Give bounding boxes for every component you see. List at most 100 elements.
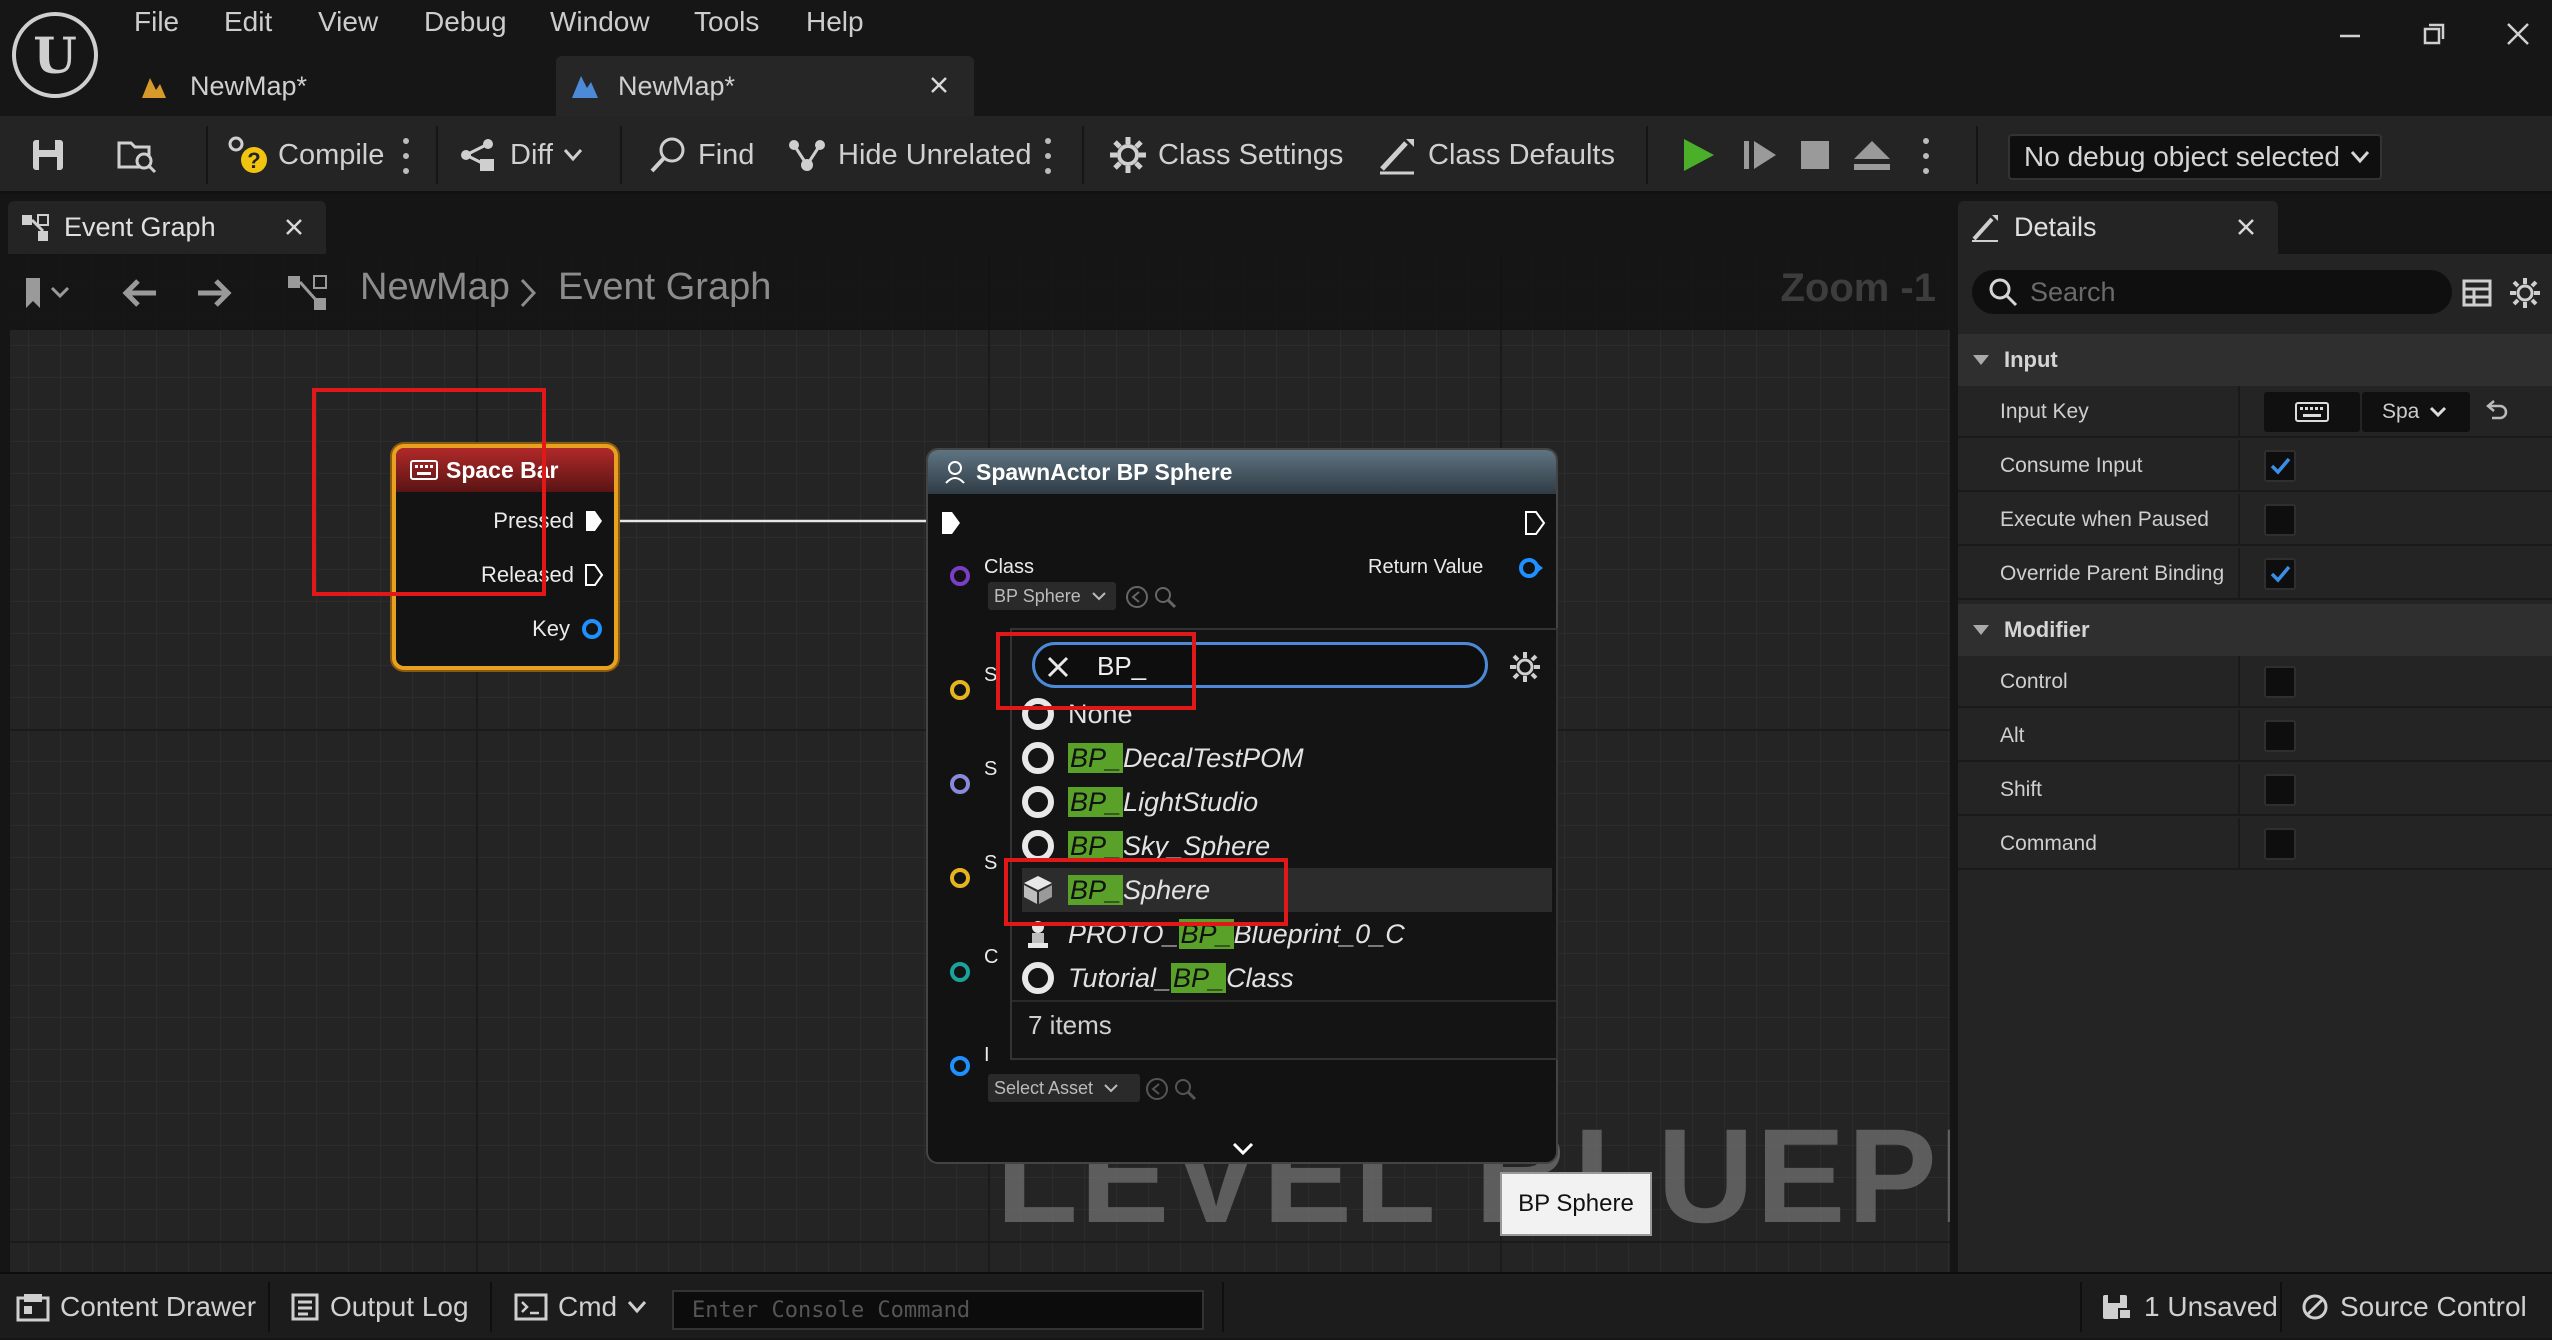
scale-pin-icon[interactable] (948, 866, 972, 890)
content-drawer-button[interactable]: Content Drawer (16, 1274, 256, 1340)
console-placeholder: Enter Console Command (692, 1297, 971, 1323)
spawn-actor-icon (942, 459, 968, 485)
collision-pin-icon[interactable] (948, 772, 972, 796)
class-value-text: BP Sphere (994, 585, 1081, 606)
hide-unrelated-button[interactable]: Hide Unrelated (786, 116, 1031, 194)
menu-view[interactable]: View (318, 6, 378, 38)
find-label: Find (698, 138, 755, 171)
gear-icon (1108, 135, 1148, 175)
unreal-logo[interactable]: U (12, 12, 98, 98)
menu-help[interactable]: Help (806, 6, 864, 38)
cmd-select[interactable]: Cmd (514, 1274, 647, 1340)
browse-asset-icon[interactable] (1172, 1076, 1198, 1102)
status-bar: Content Drawer Output Log Cmd Enter Cons… (0, 1272, 2552, 1338)
reset-to-default-icon[interactable] (2482, 400, 2508, 424)
source-control-button[interactable]: Source Control (2300, 1274, 2527, 1340)
command-checkbox[interactable] (2264, 828, 2296, 860)
menu-debug[interactable]: Debug (424, 6, 507, 38)
class-settings-button[interactable]: Class Settings (1108, 116, 1343, 194)
class-defaults-label: Class Defaults (1428, 138, 1615, 171)
exec-in-pin-icon[interactable] (940, 510, 962, 536)
return-value-pin-icon[interactable] (1518, 556, 1544, 580)
class-defaults-button[interactable]: Class Defaults (1376, 116, 1615, 194)
menu-tools[interactable]: Tools (694, 6, 759, 38)
instigator-pin-icon[interactable] (948, 1054, 972, 1078)
close-window-icon[interactable] (2498, 14, 2538, 54)
execute-when-paused-checkbox[interactable] (2264, 504, 2296, 536)
transform-pin-icon[interactable] (948, 678, 972, 702)
key-capture-button[interactable] (2264, 392, 2360, 432)
tab-details[interactable]: Details (1958, 201, 2278, 254)
compile-button[interactable]: ? Compile (226, 116, 384, 194)
control-checkbox[interactable] (2264, 666, 2296, 698)
class-option-bp-lightstudio[interactable]: BP_LightStudio (1022, 780, 1552, 824)
expand-node-chevron-icon[interactable] (1232, 1142, 1254, 1156)
class-option-label: BP_Sky_Sphere (1068, 830, 1271, 861)
exec-out-pin-icon[interactable] (1524, 510, 1546, 536)
override-parent-binding-checkbox[interactable] (2264, 558, 2296, 590)
close-tab-icon[interactable] (284, 217, 304, 237)
event-graph-canvas[interactable]: NewMap Event Graph Zoom -1 LEVEL BLUEPRI… (10, 254, 1950, 1272)
command-modifier-row: Command (1958, 818, 2552, 870)
gear-icon[interactable] (2508, 276, 2542, 310)
class-option-bp-decaltestpom[interactable]: BP_DecalTestPOM (1022, 736, 1552, 780)
owner-pin-icon[interactable] (948, 960, 972, 984)
source-control-label: Source Control (2340, 1291, 2527, 1322)
menu-file[interactable]: File (134, 6, 179, 38)
find-button[interactable]: Find (648, 116, 754, 194)
tab-event-graph[interactable]: Event Graph (8, 201, 326, 254)
eject-button[interactable] (1852, 116, 1892, 194)
pin-label-c: C (984, 946, 999, 968)
graph-tab-bar: Event Graph (0, 197, 1950, 254)
unsaved-button[interactable]: 1 Unsaved (2100, 1274, 2278, 1340)
hide-unrelated-label: Hide Unrelated (838, 138, 1032, 171)
input-section-header[interactable]: Input (1958, 334, 2552, 386)
details-search-input[interactable]: Search (1972, 270, 2452, 314)
use-selected-asset-icon[interactable] (1124, 584, 1150, 610)
menu-edit[interactable]: Edit (224, 6, 272, 38)
advance-frame-button[interactable] (1742, 116, 1778, 194)
browse-button[interactable] (116, 116, 158, 194)
debug-object-label: No debug object selected (2024, 141, 2340, 172)
close-tab-icon[interactable] (928, 74, 950, 96)
save-button[interactable] (30, 116, 66, 194)
menu-window[interactable]: Window (550, 6, 650, 38)
modifier-section-header[interactable]: Modifier (1958, 604, 2552, 656)
console-command-input[interactable]: Enter Console Command (672, 1290, 1204, 1330)
doc-tab-blueprint[interactable]: NewMap* (556, 56, 974, 116)
class-option-tutorial-bp-class[interactable]: Tutorial_BP_Class (1022, 956, 1552, 1000)
blueprint-toolbar: ? Compile Diff Find Hide Unrelated Class… (0, 116, 2552, 194)
debug-object-select[interactable]: No debug object selected (2008, 134, 2382, 180)
consume-input-checkbox[interactable] (2264, 450, 2296, 482)
alt-checkbox[interactable] (2264, 720, 2296, 752)
input-key-select[interactable]: Spa (2362, 392, 2470, 432)
details-pencil-icon (1970, 213, 2000, 243)
table-view-icon[interactable] (2462, 278, 2492, 308)
key-pin[interactable]: Key (532, 616, 604, 642)
annotation-box-bp-sphere (1004, 858, 1288, 926)
class-pin-icon[interactable] (948, 564, 972, 588)
select-asset-select[interactable]: Select Asset (988, 1074, 1140, 1102)
restore-icon[interactable] (2414, 14, 2454, 54)
doc-tab-level[interactable]: NewMap* (140, 56, 307, 116)
use-selected-asset-icon[interactable] (1144, 1076, 1170, 1102)
play-options-icon[interactable] (1922, 138, 1930, 174)
output-log-button[interactable]: Output Log (290, 1274, 469, 1340)
browse-asset-icon[interactable] (1152, 584, 1178, 610)
minimize-icon[interactable] (2330, 14, 2370, 54)
shift-checkbox[interactable] (2264, 774, 2296, 806)
diff-button[interactable]: Diff (458, 116, 583, 194)
svg-text:?: ? (247, 148, 260, 173)
modifier-section-title: Modifier (2004, 617, 2090, 642)
advance-frame-icon (1742, 137, 1778, 173)
compile-options-icon[interactable] (402, 138, 410, 174)
class-value-select[interactable]: BP Sphere (988, 582, 1116, 610)
gear-icon[interactable] (1508, 650, 1542, 684)
class-circle-icon (1022, 962, 1054, 994)
hide-unrelated-options-icon[interactable] (1044, 138, 1052, 174)
play-button[interactable] (1680, 116, 1716, 194)
stop-button[interactable] (1798, 116, 1832, 194)
save-icon (30, 137, 66, 173)
close-tab-icon[interactable] (2236, 217, 2256, 237)
content-drawer-label: Content Drawer (60, 1291, 257, 1322)
